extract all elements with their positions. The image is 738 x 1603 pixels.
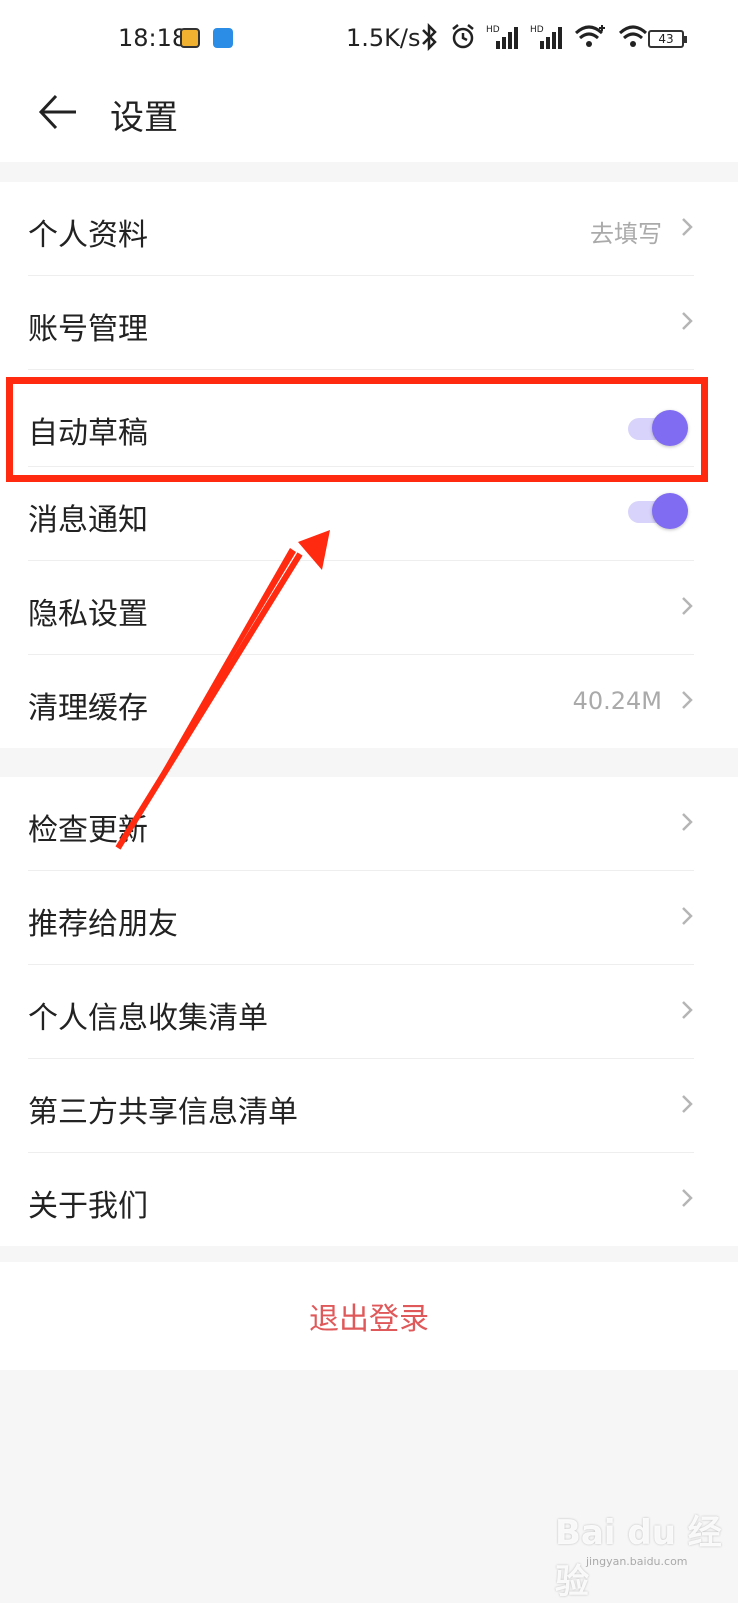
chevron-right-icon	[682, 813, 693, 831]
notifications-toggle[interactable]	[628, 493, 688, 529]
watermark-url: jingyan.baidu.com	[586, 1555, 688, 1568]
status-icons: HD HD	[418, 22, 648, 52]
chevron-right-icon	[682, 1001, 693, 1019]
alarm-icon	[452, 24, 474, 49]
settings-item-third-party-sharing[interactable]: 第三方共享信息清单	[28, 1059, 694, 1153]
item-label: 推荐给朋友	[28, 907, 178, 942]
item-label: 个人资料	[28, 218, 148, 253]
chevron-right-icon	[682, 597, 693, 615]
chevron-right-icon	[682, 1095, 693, 1113]
settings-item-profile[interactable]: 个人资料 去填写	[28, 182, 694, 276]
item-label: 账号管理	[28, 312, 148, 347]
chevron-right-icon	[682, 907, 693, 925]
toggle-knob	[652, 410, 688, 446]
item-label: 清理缓存	[28, 691, 148, 726]
chevron-right-icon	[682, 312, 693, 330]
svg-text:HD: HD	[486, 25, 500, 35]
settings-item-recommend[interactable]: 推荐给朋友	[28, 871, 694, 965]
logout-section: 退出登录	[0, 1262, 738, 1370]
chevron-right-icon	[682, 1189, 693, 1207]
settings-item-account[interactable]: 账号管理	[28, 276, 694, 370]
settings-group-1: 个人资料 去填写 账号管理 自动草稿 消息通知 隐私设置 清理缓存 40.24M	[0, 182, 738, 748]
toggle-knob	[652, 493, 688, 529]
wifi-plus-icon	[574, 25, 605, 47]
status-bar: 18:18 1.5K/s HD HD 43	[0, 0, 738, 80]
settings-item-clear-cache[interactable]: 清理缓存 40.24M	[28, 655, 694, 748]
settings-item-auto-draft: 自动草稿	[28, 370, 694, 467]
logout-button[interactable]: 退出登录	[0, 1294, 738, 1338]
baidu-watermark: Bai du 经验	[555, 1513, 722, 1602]
settings-item-privacy[interactable]: 隐私设置	[28, 561, 694, 655]
hd-signal-icon: HD	[530, 25, 562, 49]
chevron-right-icon	[682, 218, 693, 236]
settings-group-2: 检查更新 推荐给朋友 个人信息收集清单 第三方共享信息清单 关于我们	[0, 777, 738, 1246]
item-label: 自动草稿	[28, 416, 148, 451]
settings-item-notifications: 消息通知	[28, 467, 694, 561]
cache-size: 40.24M	[572, 687, 662, 715]
item-label: 个人信息收集清单	[28, 1001, 268, 1036]
svg-text:HD: HD	[530, 25, 544, 35]
net-speed: 1.5K/s	[346, 24, 421, 52]
back-arrow-icon[interactable]	[38, 92, 78, 132]
status-time: 18:18	[118, 24, 188, 52]
bluetooth-icon	[422, 23, 437, 51]
hd-signal-icon: HD	[486, 25, 518, 49]
wifi-icon	[618, 25, 648, 47]
auto-draft-toggle[interactable]	[628, 410, 688, 446]
settings-item-info-collection[interactable]: 个人信息收集清单	[28, 965, 694, 1059]
page-title: 设置	[110, 98, 178, 138]
item-value: 去填写	[590, 220, 662, 248]
chevron-right-icon	[682, 691, 693, 709]
app-icon-1	[180, 28, 200, 48]
app-header: 设置	[0, 80, 738, 162]
item-label: 隐私设置	[28, 597, 148, 632]
item-label: 检查更新	[28, 813, 148, 848]
settings-item-about[interactable]: 关于我们	[28, 1153, 694, 1246]
app-icon-2	[213, 28, 233, 48]
battery-icon: 43	[648, 30, 687, 48]
settings-item-check-update[interactable]: 检查更新	[28, 777, 694, 871]
item-label: 关于我们	[28, 1189, 148, 1224]
item-label: 第三方共享信息清单	[28, 1095, 298, 1130]
item-label: 消息通知	[28, 503, 148, 538]
